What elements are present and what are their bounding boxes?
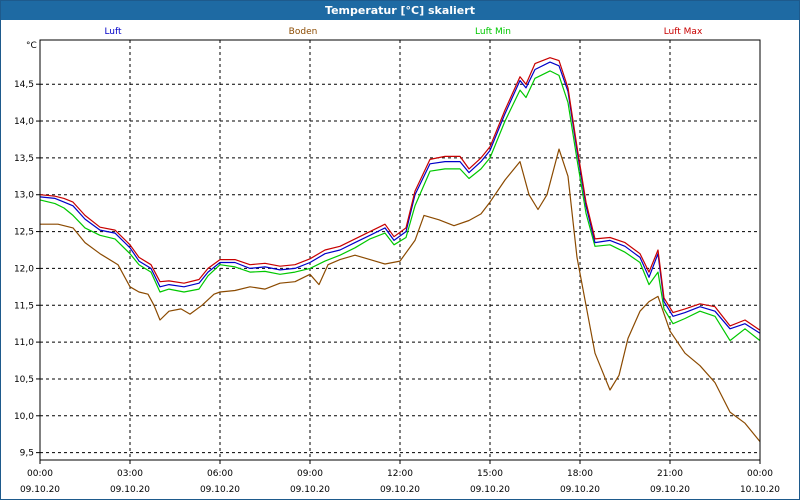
temperature-chart: Luft Boden Luft Min Luft Max 9,5 10,0 10,5 11,… xyxy=(14,27,780,495)
x-tick-date-label: 09.10.20 xyxy=(20,485,60,495)
x-tick-date-label: 09.10.20 xyxy=(380,485,420,495)
y-tick-label: 13,5 xyxy=(14,154,34,164)
y-tick-label: 9,5 xyxy=(20,449,34,459)
x-tick-time-label: 00:00 xyxy=(747,469,773,479)
x-tick-time-label: 21:00 xyxy=(657,469,683,479)
legend-entry-luft: Luft xyxy=(104,27,122,37)
y-tick-label: 14,0 xyxy=(14,117,34,127)
x-tick-time-label: 09:00 xyxy=(297,469,323,479)
legend-entry-luft-max: Luft Max xyxy=(664,27,703,37)
series-line-luft-max xyxy=(39,57,761,331)
x-tick-time-label: 18:00 xyxy=(567,469,593,479)
x-tick-time-label: 12:00 xyxy=(387,469,413,479)
x-tick-time-label: 00:00 xyxy=(27,469,53,479)
x-tick-date-label: 09.10.20 xyxy=(200,485,240,495)
y-tick-label: 11,5 xyxy=(14,301,34,311)
x-tick-date-label: 09.10.20 xyxy=(110,485,150,495)
x-tick-date-label: 10.10.20 xyxy=(740,485,780,495)
y-tick-label: 14,5 xyxy=(14,80,34,90)
y-tick-label: 12,5 xyxy=(14,228,34,238)
legend-entry-luft-min: Luft Min xyxy=(475,27,511,37)
x-tick-date-label: 09.10.20 xyxy=(650,485,690,495)
y-axis-unit-label: °C xyxy=(26,41,37,51)
x-tick-date-label: 09.10.20 xyxy=(290,485,330,495)
y-tick-label: 10,0 xyxy=(14,412,34,422)
y-tick-label: 12,0 xyxy=(14,264,34,274)
y-tick-label: 13,0 xyxy=(14,191,34,201)
legend-entry-boden: Boden xyxy=(289,27,318,37)
y-tick-label: 11,0 xyxy=(14,338,34,348)
x-tick-time-label: 03:00 xyxy=(117,469,143,479)
y-tick-label: 10,5 xyxy=(14,375,34,385)
x-tick-date-label: 09.10.20 xyxy=(560,485,600,495)
x-tick-time-label: 15:00 xyxy=(477,469,503,479)
x-tick-date-label: 09.10.20 xyxy=(470,485,510,495)
x-tick-time-label: 06:00 xyxy=(207,469,233,479)
